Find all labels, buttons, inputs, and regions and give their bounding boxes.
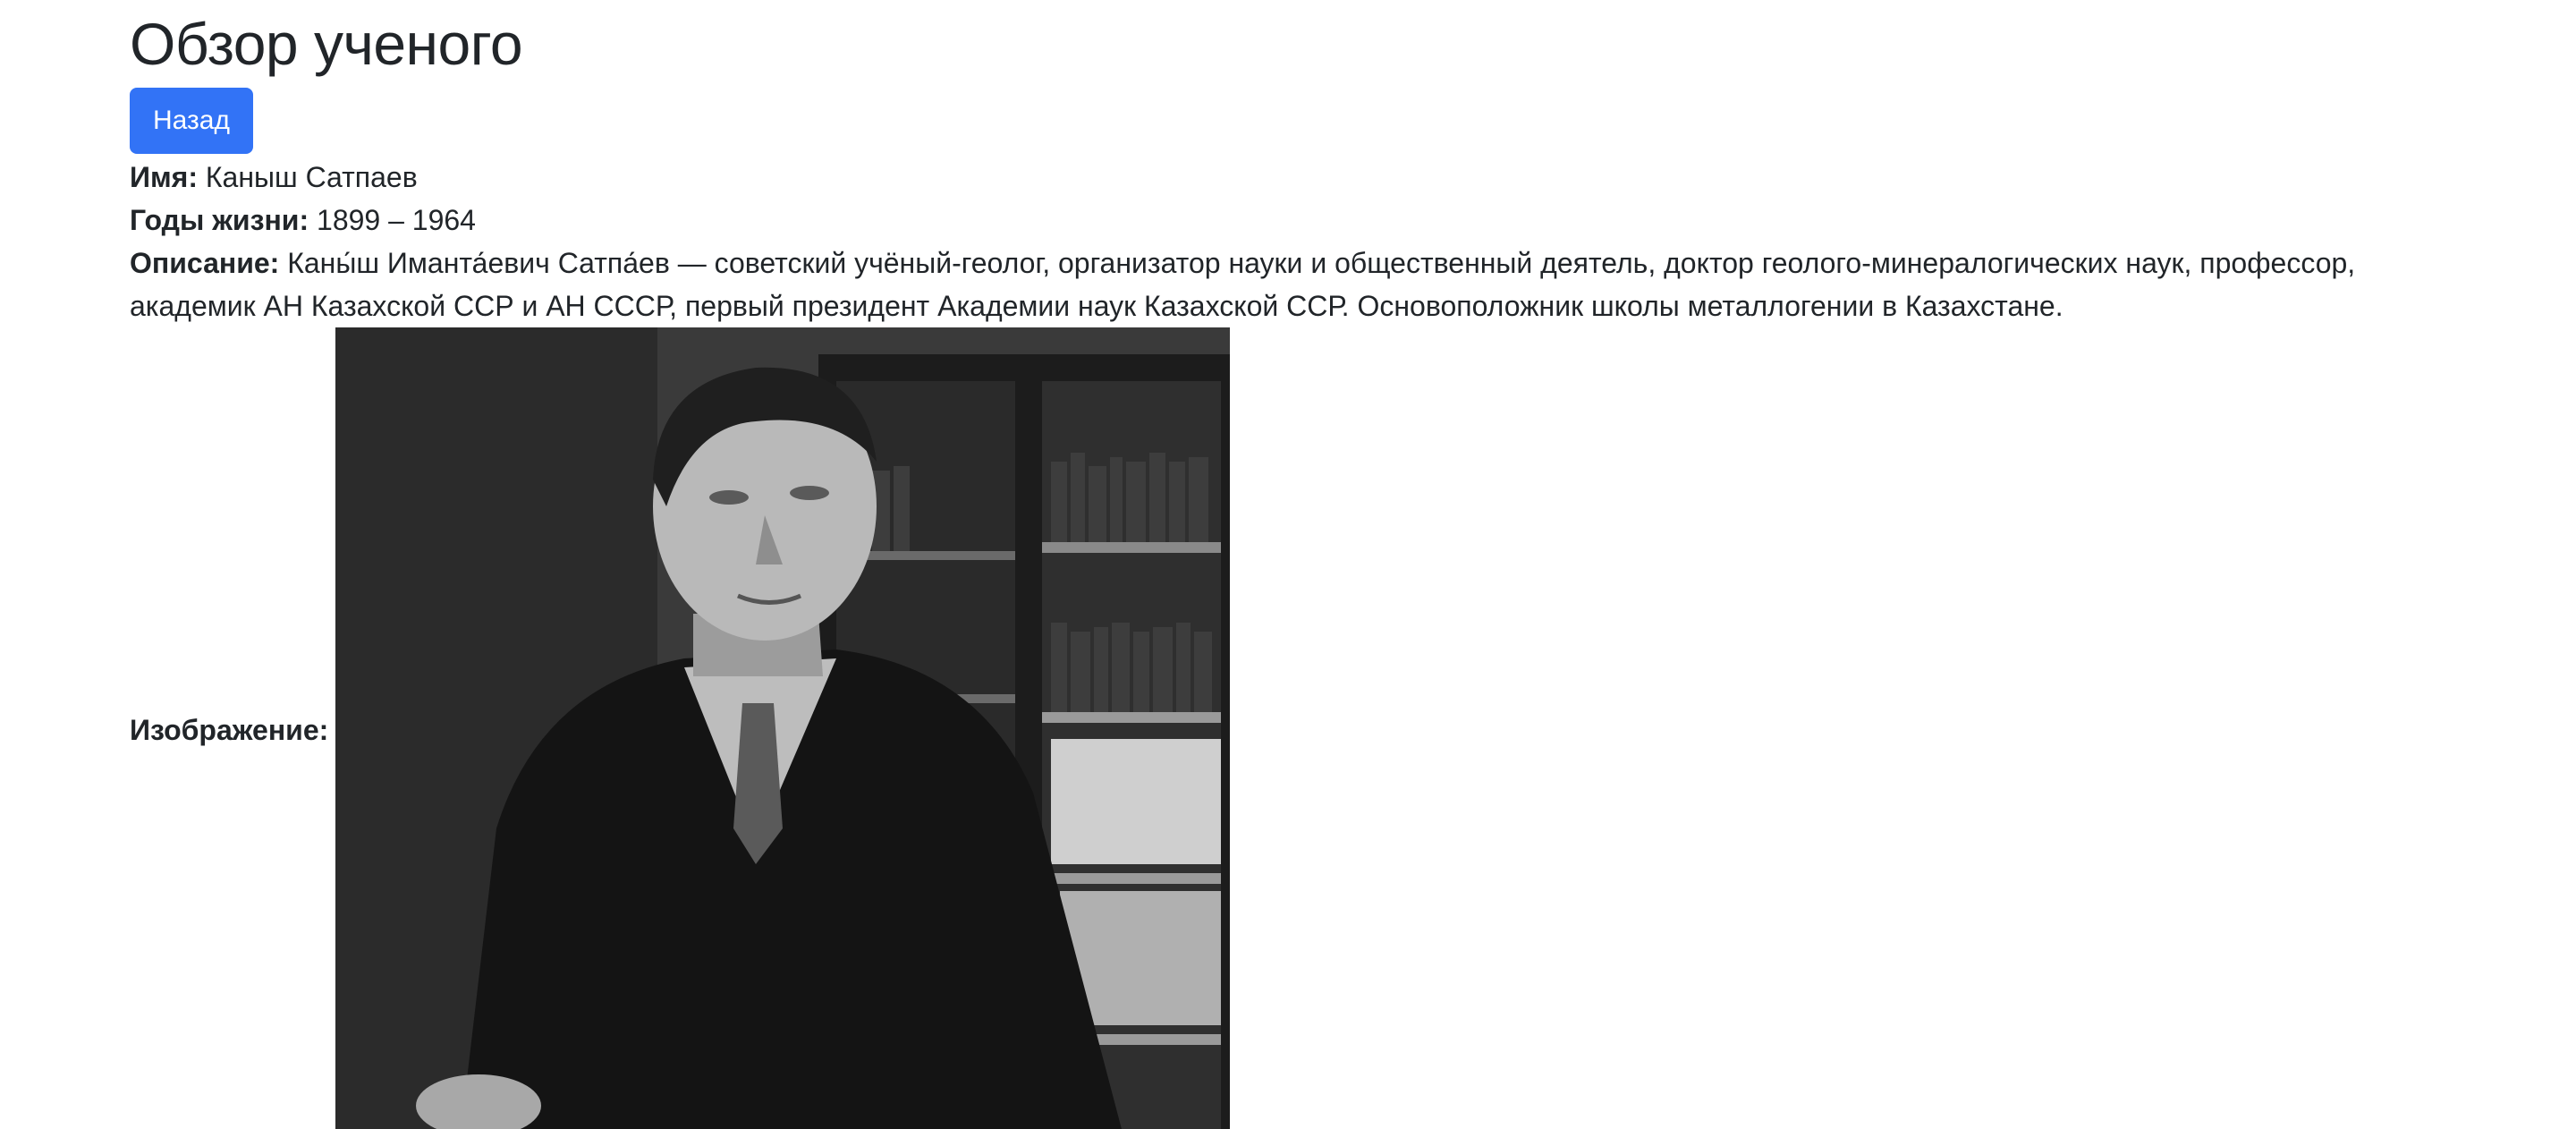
years-label: Годы жизни: — [130, 204, 309, 236]
description-label: Описание: — [130, 247, 280, 279]
name-value: Каныш Сатпаев — [205, 161, 418, 193]
years-value: 1899 – 1964 — [317, 204, 476, 236]
name-field: Имя: Каныш Сатпаев — [130, 156, 2433, 199]
image-field: Изображение: — [130, 327, 2433, 1129]
scientist-portrait — [335, 327, 1231, 1129]
description-value: Каны́ш Иманта́евич Сатпа́ев — советский … — [130, 247, 2356, 322]
scientist-overview-page: Обзор ученого Назад Имя: Каныш Сатпаев Г… — [0, 0, 2576, 1129]
description-field: Описание: Каны́ш Иманта́евич Сатпа́ев — … — [130, 242, 2433, 327]
years-field: Годы жизни: 1899 – 1964 — [130, 199, 2433, 242]
back-button[interactable]: Назад — [130, 88, 253, 154]
page-title: Обзор ученого — [130, 11, 523, 77]
name-label: Имя: — [130, 161, 198, 193]
image-label: Изображение: — [130, 714, 329, 746]
